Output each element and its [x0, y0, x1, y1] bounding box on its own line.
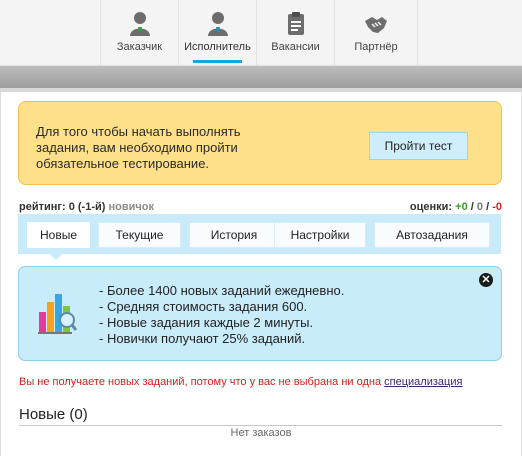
grades-separator: / [470, 201, 474, 213]
performer-user-icon [207, 12, 228, 36]
subtab-autotasks[interactable]: Автозадания [374, 222, 490, 248]
rating-rank: новичок [108, 201, 154, 213]
grades-positive: +0 [455, 201, 468, 213]
empty-orders-text: Нет заказов [230, 427, 292, 439]
rating-value: 0 (-1-й) [68, 201, 106, 213]
benefits-list: - Более 1400 новых заданий ежедневно. - … [99, 283, 344, 347]
list-item: - Средняя стоимость задания 600. [99, 299, 308, 314]
info-box: - Более 1400 новых заданий ежедневно. - … [18, 266, 502, 361]
section-title: Новые (0) [19, 406, 88, 423]
partner-handshake-icon [365, 17, 387, 33]
subtab-new[interactable]: Новые [27, 222, 90, 248]
no-specialization-warning: Вы не получаете новых заданий, потому чт… [19, 376, 462, 388]
top-navigation: Заказчик Исполнитель Вакансии Партнёр [0, 0, 522, 66]
rating-summary: рейтинг: 0 (-1-й) новичок [19, 201, 154, 213]
tab-label: Исполнитель [184, 41, 251, 53]
tab-performer[interactable]: Исполнитель [178, 0, 256, 66]
bar-chart-magnifier-icon [38, 294, 77, 334]
subtab-settings[interactable]: Настройки [274, 222, 366, 248]
active-tab-indicator [193, 60, 242, 63]
grades-label: оценки: [409, 201, 453, 213]
list-item: - Более 1400 новых заданий ежедневно. [99, 283, 345, 298]
warning-text: Вы не получаете новых заданий, потому чт… [19, 376, 382, 388]
list-item: - Новички получают 25% заданий. [99, 331, 306, 346]
grades-neutral: 0 [476, 201, 484, 213]
tab-vacancies[interactable]: Вакансии [256, 0, 334, 66]
grades-negative: -0 [492, 201, 502, 213]
close-icon[interactable]: ✕ [479, 273, 493, 287]
tab-label: Партнёр [354, 41, 398, 53]
subtab-history[interactable]: История [189, 222, 279, 248]
tab-partner[interactable]: Партнёр [334, 0, 418, 66]
vacancies-document-icon [287, 12, 304, 35]
grades-separator: / [486, 201, 490, 213]
grades-summary: оценки: +0 / 0 / -0 [410, 201, 502, 213]
role-tabs: Заказчик Исполнитель Вакансии Партнёр [100, 0, 418, 66]
specialization-link[interactable]: специализация [384, 376, 462, 388]
tab-label: Заказчик [116, 41, 163, 53]
notice-text: Для того чтобы начать выполнять задания,… [36, 124, 241, 171]
test-required-notice: Для того чтобы начать выполнять задания,… [18, 101, 502, 185]
rating-label: рейтинг: [19, 201, 66, 213]
header-bar [0, 66, 522, 88]
subtab-current[interactable]: Текущие [98, 222, 181, 248]
active-subtab-pointer [49, 253, 63, 260]
customer-user-icon [129, 12, 150, 36]
tab-label: Вакансии [271, 41, 320, 53]
tab-customer[interactable]: Заказчик [100, 0, 178, 66]
take-test-button[interactable]: Пройти тест [369, 132, 468, 160]
divider [19, 425, 502, 426]
task-subtabs: Новые Текущие История Настройки Автозада… [18, 214, 501, 254]
list-item: - Новые задания каждые 2 минуты. [99, 315, 314, 330]
